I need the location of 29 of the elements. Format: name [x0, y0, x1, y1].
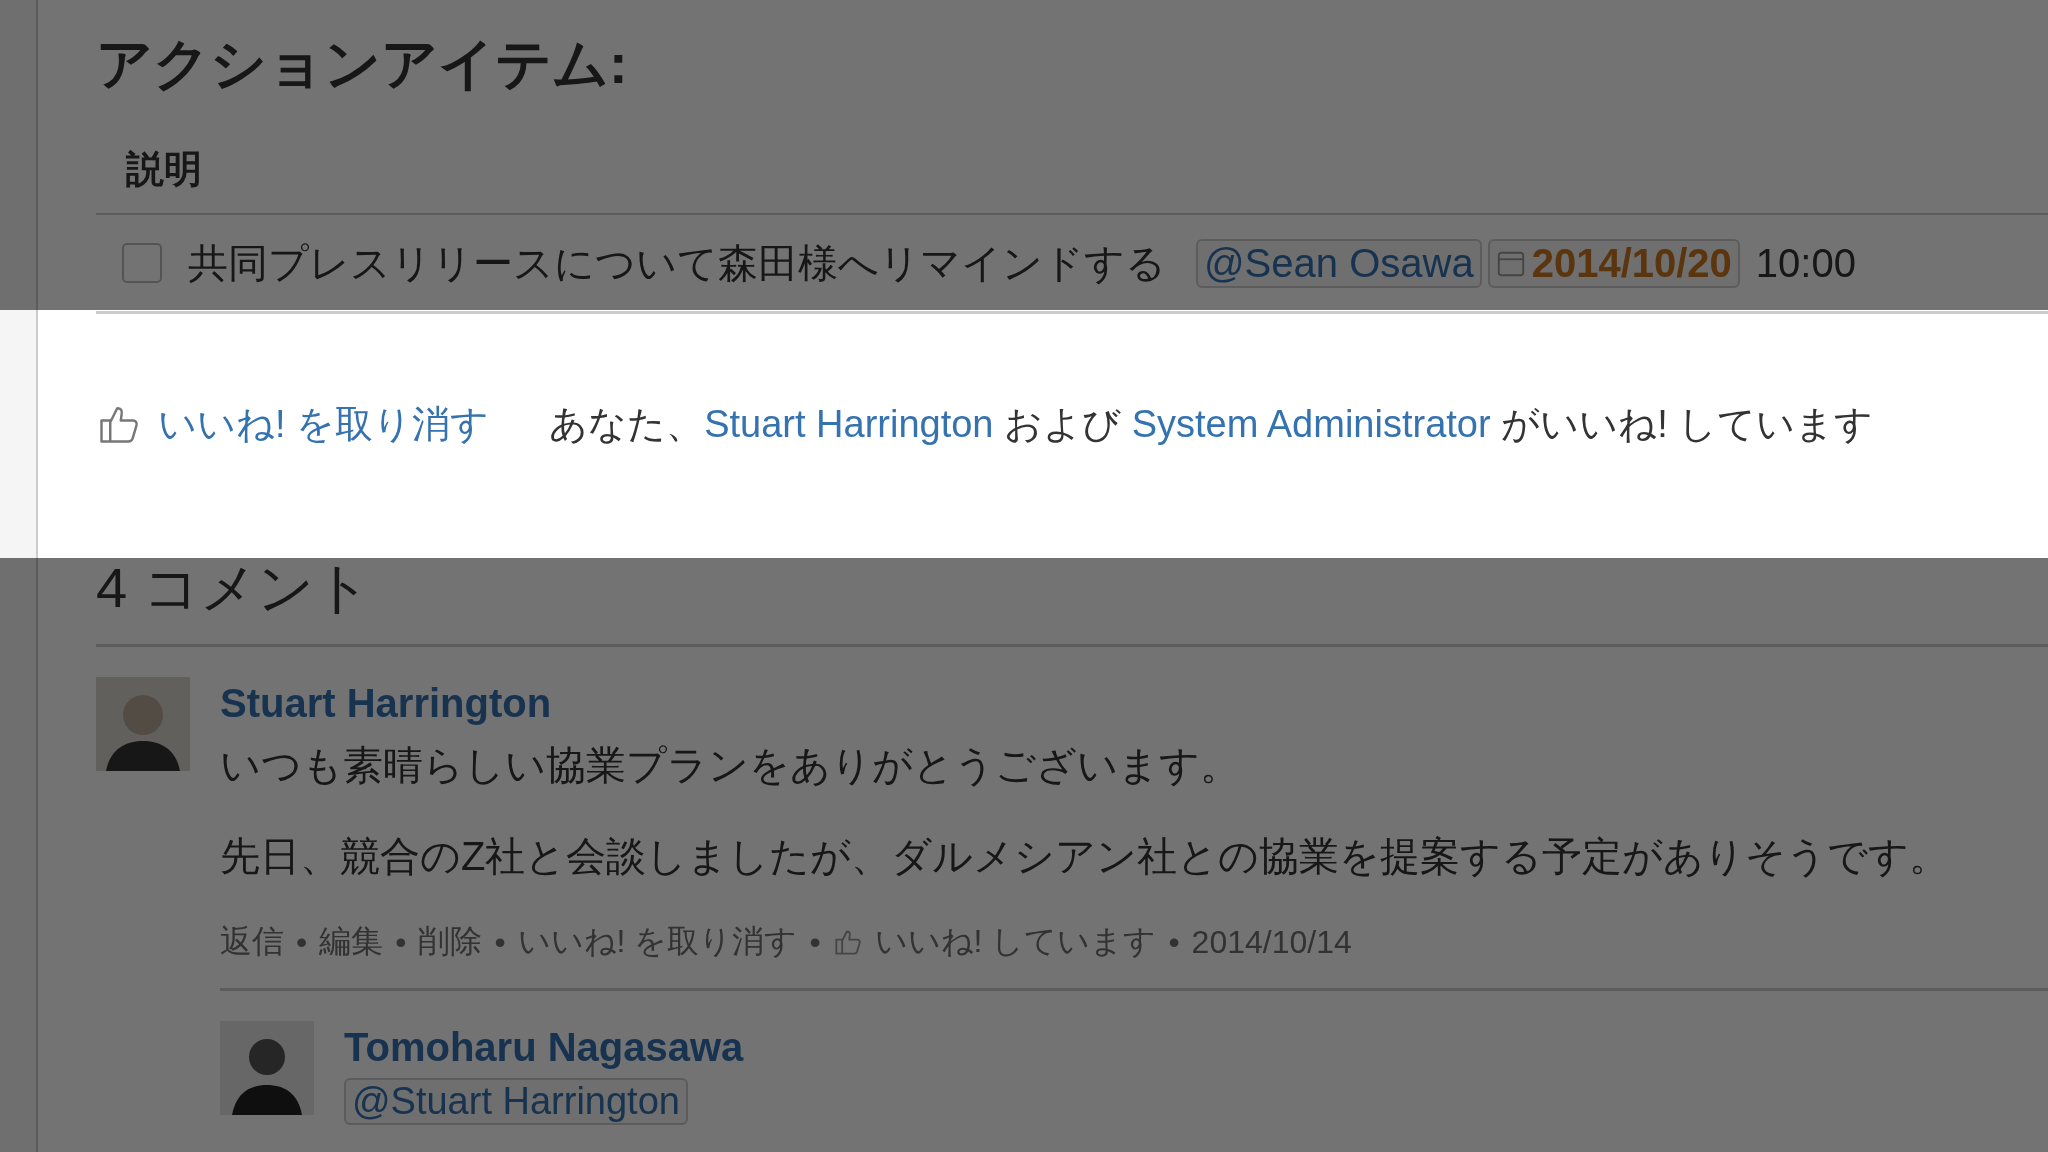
column-header: 説明 — [96, 130, 2048, 215]
author-link[interactable]: Tomoharu Nagasawa — [344, 1025, 744, 1070]
separator: • — [296, 923, 308, 961]
comment-action-link[interactable]: いいね! を取り消す — [517, 920, 798, 964]
thumbs-up-icon — [832, 928, 863, 956]
due-time: 10:00 — [1755, 240, 1856, 286]
user-link[interactable]: Stuart Harrington — [704, 402, 994, 445]
user-mention[interactable]: @Stuart Harrington — [344, 1078, 688, 1125]
comment-text: いつも素晴らしい協業プランをありがとうございます。 — [220, 742, 1241, 789]
likes-summary: あなた、Stuart Harrington および System Administrator がいいね! しています — [549, 401, 1874, 447]
comments-heading: 4 コメント — [96, 534, 2048, 647]
task-text: 共同プレスリリースについて森田様へリマインドする — [188, 239, 1166, 287]
user-mention[interactable]: @Sean Osawa — [1196, 238, 1482, 288]
due-date[interactable]: 2014/10/20 — [1487, 238, 1740, 288]
likes-count: いいね! しています — [874, 922, 1157, 961]
separator: • — [1168, 923, 1180, 961]
comment-action-link[interactable]: 返信 — [220, 920, 284, 964]
comment-action-link[interactable]: 削除 — [418, 920, 483, 964]
task-checkbox[interactable] — [122, 243, 162, 283]
separator: • — [395, 923, 407, 961]
comment-action-link[interactable]: 編集 — [319, 920, 384, 964]
unlike-link[interactable]: いいね! を取り消す — [158, 398, 490, 450]
author-link[interactable]: Stuart Harrington — [220, 681, 2048, 726]
section-heading: アクションアイテム: — [96, 31, 629, 97]
comment-date: 2014/10/14 — [1191, 923, 1352, 961]
separator: • — [809, 923, 821, 961]
separator: • — [494, 923, 506, 961]
user-link[interactable]: System Administrator — [1131, 402, 1491, 445]
comment-text: 先日、競合のZ社と会談しましたが、ダルメシアン社との協業を提案する予定がありそうです。 — [220, 833, 1951, 880]
